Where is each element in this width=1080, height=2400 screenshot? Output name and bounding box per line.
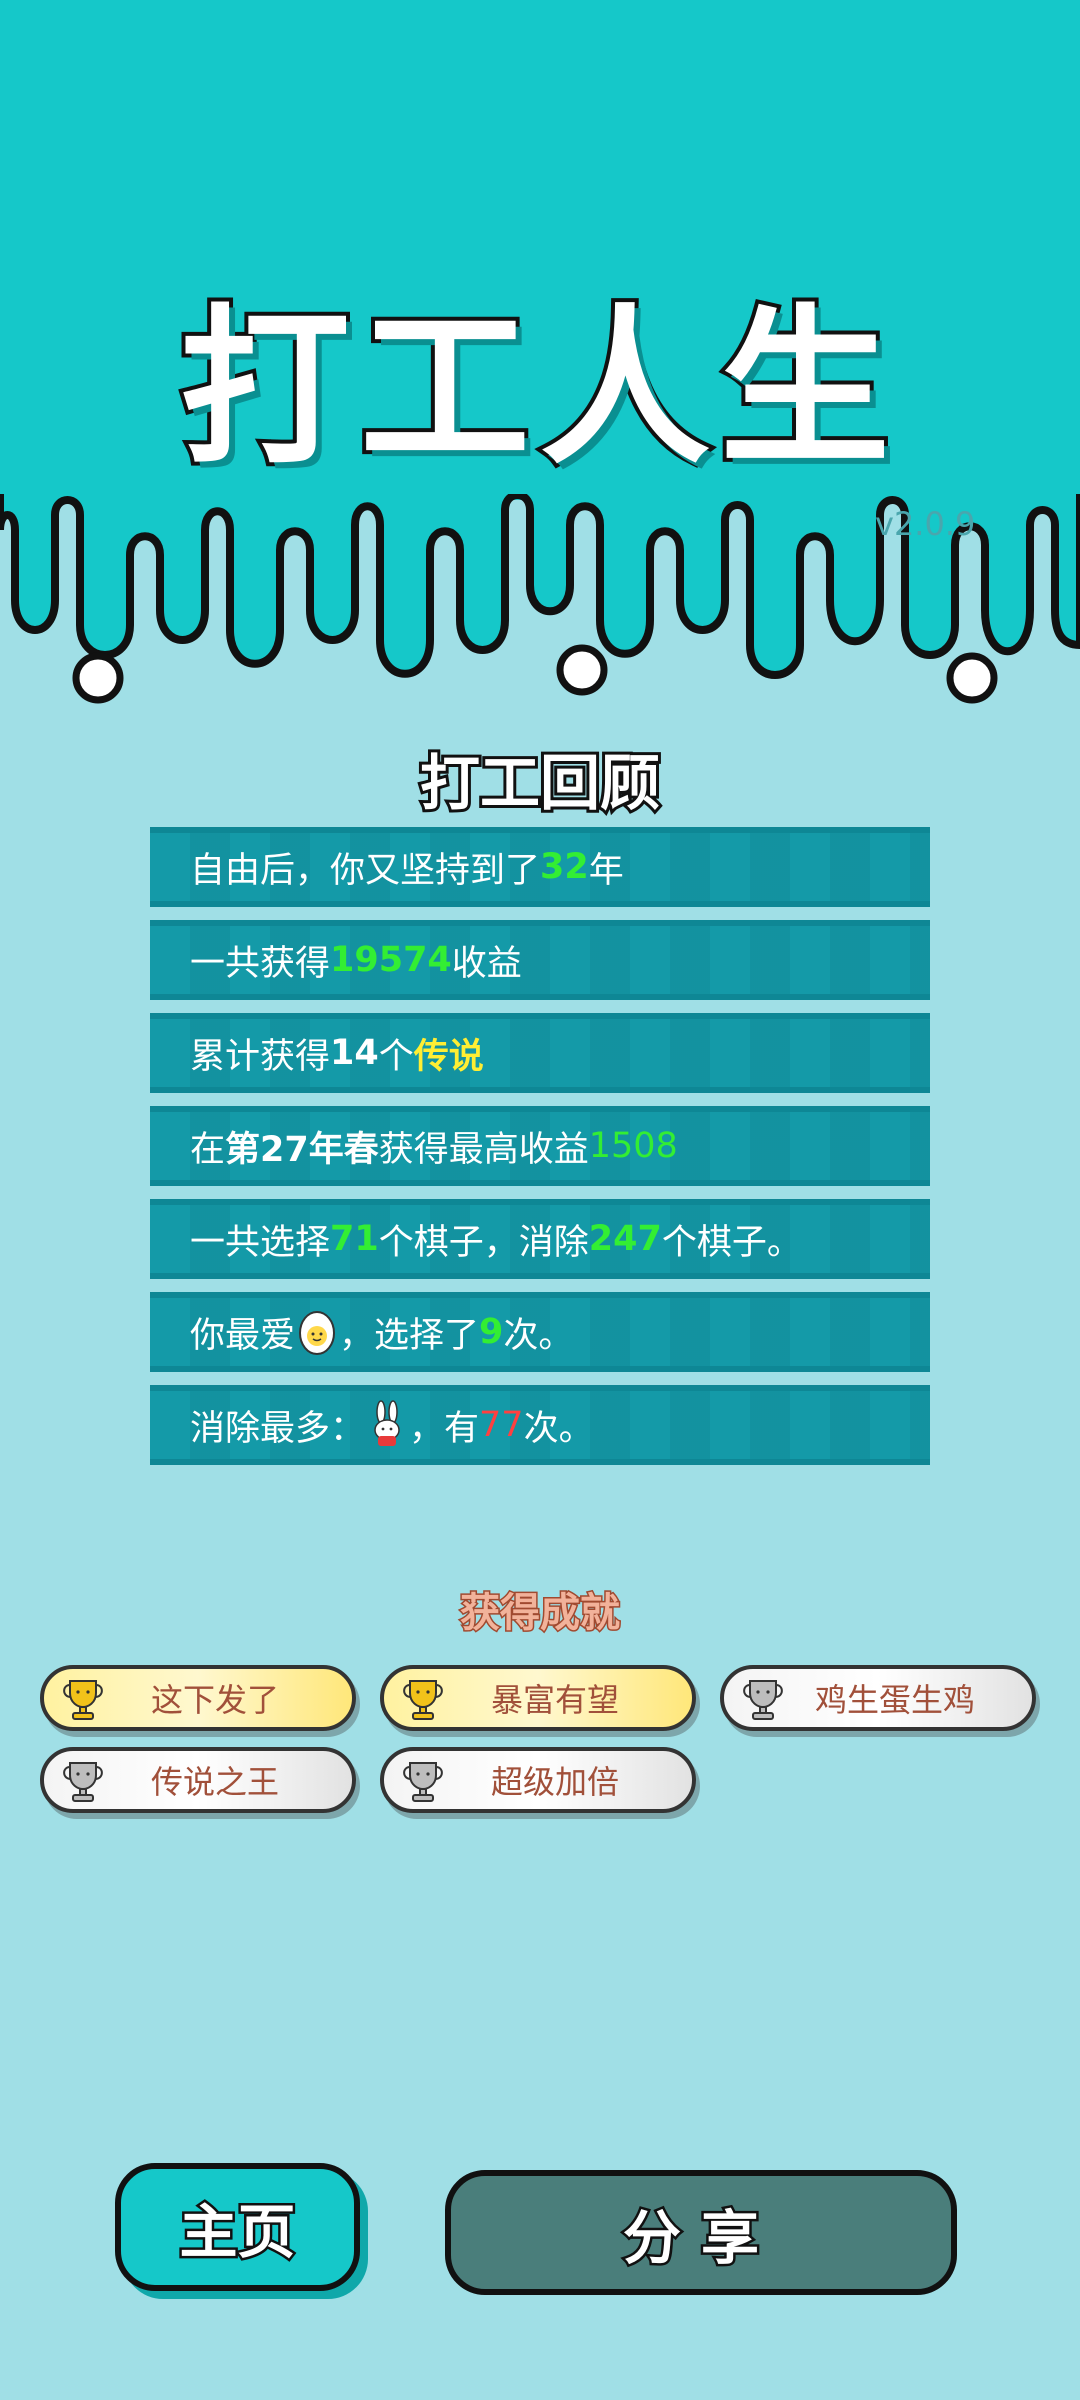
version-label: v2.0.9 [875,505,976,543]
stat-text: 次。 [503,1315,574,1356]
stat-text: 累计获得 [190,1036,331,1077]
share-button[interactable]: 分享 [445,2170,957,2295]
stat-text: 个棋子，消除 [378,1222,589,1263]
stat-value-removed-times: 77 [479,1405,524,1445]
stat-value-season: 第27年春 [225,1129,379,1170]
stat-text: 自由后，你又坚持到了 [190,850,541,891]
silver-trophy-icon [403,1762,443,1802]
stat-value-max-income: 1508 [588,1126,678,1166]
stat-value-favorite-times: 9 [479,1312,504,1352]
stat-row-income: 一共获得 19574 收益 [150,920,930,1000]
stat-text: 年 [588,850,624,891]
stat-text: 一共获得 [190,943,331,984]
gold-trophy-icon [403,1680,443,1720]
egg-icon [299,1311,336,1355]
review-title: 打工回顾 [417,746,663,822]
stat-row-favorite: 你最爱 ，选择了 9 次。 [150,1292,930,1372]
stat-text: ，选择了 [339,1315,480,1356]
achievement-label: 暴富有望 [490,1681,619,1719]
achievements-title: 获得成就 [459,1589,622,1638]
stat-text: 个棋子。 [661,1222,802,1263]
achievement-badge[interactable]: 超级加倍 [380,1747,696,1813]
stat-text: 在 [190,1129,226,1170]
achievement-badge[interactable]: 这下发了 [40,1665,356,1731]
stat-text: 你最爱 [190,1315,296,1356]
rabbit-icon [374,1400,400,1446]
stat-value-legend-count: 14 [330,1033,379,1073]
stat-text: 收益 [451,943,522,984]
achievement-label: 超级加倍 [490,1763,619,1801]
stat-value-legend: 传说 [413,1036,484,1077]
stat-row-most-removed: 消除最多： ，有 77 次。 [150,1385,930,1465]
stat-text: 次。 [523,1408,594,1449]
silver-trophy-icon [743,1680,783,1720]
achievement-badge[interactable]: 暴富有望 [380,1665,696,1731]
stat-row-pieces: 一共选择 71 个棋子，消除 247 个棋子。 [150,1199,930,1279]
achievement-label: 传说之王 [150,1763,279,1801]
silver-trophy-icon [63,1762,103,1802]
stat-value-chosen: 71 [330,1219,379,1259]
stat-value-removed: 247 [588,1219,662,1259]
stat-value-income: 19574 [330,940,452,980]
stat-row-best-season: 在 第27年春 获得最高收益 1508 [150,1106,930,1186]
stat-row-legends: 累计获得 14 个传说 [150,1013,930,1093]
stat-text: ，有 [409,1408,480,1449]
stat-text: 消除最多： [190,1408,366,1449]
achievement-label: 这下发了 [150,1681,279,1719]
stat-text: 一共选择 [190,1222,331,1263]
game-title: 打工人生 [176,286,900,492]
gold-trophy-icon [63,1680,103,1720]
stat-value-years: 32 [540,847,589,887]
stat-text: 获得最高收益 [378,1129,589,1170]
stat-text: 个 [378,1036,414,1077]
achievement-badge[interactable]: 传说之王 [40,1747,356,1813]
stat-row-years: 自由后，你又坚持到了 32 年 [150,827,930,907]
achievement-label: 鸡生蛋生鸡 [814,1681,975,1719]
home-button[interactable]: 主页 [115,2163,360,2291]
review-stats: 自由后，你又坚持到了 32 年 一共获得 19574 收益 累计获得 14 个传说 在 第2… [150,827,930,1478]
achievement-badge[interactable]: 鸡生蛋生鸡 [720,1665,1036,1731]
